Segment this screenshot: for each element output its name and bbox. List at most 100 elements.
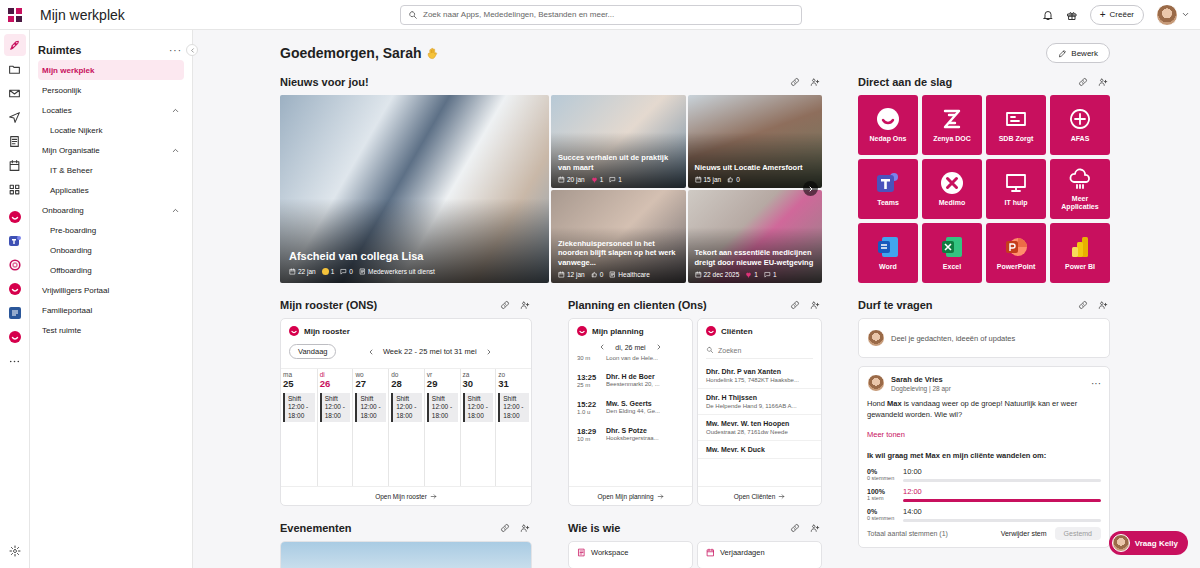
news-card[interactable]: Tekort aan essentiële medicijnen dreigt …: [688, 190, 823, 283]
post-author[interactable]: Sarah de Vries: [891, 375, 1085, 384]
link-icon[interactable]: [500, 523, 510, 533]
app-tile[interactable]: Excel: [922, 223, 982, 283]
gift-icon[interactable]: [1066, 9, 1078, 21]
client-row[interactable]: Mw. Mevr. W. ten HoopenOudestraat 28, 71…: [698, 415, 821, 441]
rail-item[interactable]: [4, 106, 26, 128]
rail-item[interactable]: [4, 34, 26, 56]
day-column[interactable]: ma25Shift12:00 - 18:00: [281, 369, 317, 486]
shift-block[interactable]: Shift12:00 - 18:00: [283, 393, 315, 422]
voted-button[interactable]: Gestemd: [1055, 527, 1101, 540]
day-column[interactable]: za30Shift12:00 - 18:00: [460, 369, 496, 486]
open-roster-link[interactable]: Open Mijn rooster: [281, 486, 531, 505]
left-icon[interactable]: [367, 348, 375, 356]
useradd-icon[interactable]: [810, 300, 820, 310]
link-icon[interactable]: [790, 77, 800, 87]
collapse-sidebar-button[interactable]: [186, 44, 198, 56]
rail-item[interactable]: [4, 230, 26, 252]
day-column[interactable]: di26Shift12:00 - 18:00: [317, 369, 353, 486]
sidebar-item[interactable]: Applicaties: [38, 180, 184, 200]
sidebar-item[interactable]: Mijn werkplek: [38, 60, 184, 80]
appointment[interactable]: 15:221.0 uMw. S. GeertsDen Elding 44, Ge…: [569, 396, 692, 423]
sidebar-item[interactable]: Offboarding: [38, 260, 184, 280]
useradd-icon[interactable]: [810, 523, 820, 533]
app-logo-icon[interactable]: [8, 8, 22, 22]
day-column[interactable]: wo27Shift12:00 - 18:00: [352, 369, 388, 486]
poll-option[interactable]: 100%1 stem12:00: [867, 487, 1101, 502]
link-icon[interactable]: [1078, 300, 1088, 310]
rail-item[interactable]: [4, 154, 26, 176]
news-card[interactable]: Afscheid van collega Lisa22 jan10Medewer…: [280, 95, 549, 283]
app-tile[interactable]: Word: [858, 223, 918, 283]
appointment[interactable]: 30 mLoon van de Hele...: [569, 355, 692, 369]
day-column[interactable]: vr29Shift12:00 - 18:00: [424, 369, 460, 486]
shift-block[interactable]: Shift12:00 - 18:00: [498, 393, 529, 422]
useradd-icon[interactable]: [810, 77, 820, 87]
today-button[interactable]: Vandaag: [289, 344, 336, 359]
sidebar-item[interactable]: Pre-boarding: [38, 220, 184, 240]
sidebar-item[interactable]: Test ruimte: [38, 320, 184, 340]
sidebar-item[interactable]: Mijn Organisatie: [38, 140, 184, 160]
app-tile[interactable]: Zenya DOC: [922, 95, 982, 155]
news-card[interactable]: Ziekenhuispersoneel in het noorden blijf…: [551, 190, 686, 283]
rail-item[interactable]: [4, 130, 26, 152]
app-tile[interactable]: Power BI: [1050, 223, 1110, 283]
shift-block[interactable]: Shift12:00 - 18:00: [355, 393, 386, 422]
app-tile[interactable]: IT hulp: [986, 159, 1046, 219]
user-avatar[interactable]: [1156, 4, 1178, 26]
sidebar-item[interactable]: Onboarding: [38, 240, 184, 260]
appointment[interactable]: 13:2525 mDhr. H de BoerBeestenmarkt 20, …: [569, 369, 692, 396]
settings-button[interactable]: [4, 540, 26, 562]
poll-option[interactable]: 0%0 stemmen14:00: [867, 507, 1101, 522]
app-tile[interactable]: Nedap Ons: [858, 95, 918, 155]
app-tile[interactable]: Meer Applicaties: [1050, 159, 1110, 219]
app-tile[interactable]: Teams: [858, 159, 918, 219]
client-row[interactable]: Mw. Mevr. K Duck: [698, 441, 821, 459]
app-tile[interactable]: AFAS: [1050, 95, 1110, 155]
remove-vote-button[interactable]: Verwijder stem: [1001, 530, 1047, 537]
right-icon[interactable]: [485, 348, 493, 356]
link-icon[interactable]: [790, 523, 800, 533]
who-card[interactable]: Verjaardagen: [697, 541, 822, 568]
rail-item[interactable]: [4, 178, 26, 200]
open-clients-link[interactable]: Open Cliënten: [698, 486, 821, 505]
rail-item[interactable]: [4, 58, 26, 80]
up-icon[interactable]: [171, 206, 180, 215]
shift-block[interactable]: Shift12:00 - 18:00: [463, 393, 494, 422]
useradd-icon[interactable]: [1098, 300, 1108, 310]
ask-kelly-button[interactable]: Vraag Kelly: [1109, 531, 1188, 555]
day-column[interactable]: zo31Shift12:00 - 18:00: [495, 369, 531, 486]
up-icon[interactable]: [171, 106, 180, 115]
day-column[interactable]: do28Shift12:00 - 18:00: [388, 369, 424, 486]
news-card[interactable]: Nieuws uit Locatie Amersfoort15 jan0: [688, 95, 823, 188]
post-composer[interactable]: Deel je gedachten, ideeën of updates: [858, 318, 1110, 358]
app-tile[interactable]: Medimo: [922, 159, 982, 219]
up-icon[interactable]: [171, 146, 180, 155]
edit-button[interactable]: Bewerk: [1046, 43, 1110, 63]
client-search-field[interactable]: Zoeken: [706, 342, 813, 359]
event-card[interactable]: [280, 541, 532, 568]
left-icon[interactable]: [598, 343, 606, 351]
sidebar-item[interactable]: Persoonlijk: [38, 80, 184, 100]
rail-item[interactable]: [4, 350, 26, 372]
appointment[interactable]: 18:2910 mDhr. S PotzeHooksbergerstraa...: [569, 423, 692, 450]
rail-item[interactable]: [4, 278, 26, 300]
rail-item[interactable]: [4, 82, 26, 104]
news-next-button[interactable]: [803, 181, 818, 196]
app-tile[interactable]: SDB Zorgt: [986, 95, 1046, 155]
client-row[interactable]: Dhr. Dhr. P van XantenHondelink 175, 748…: [698, 363, 821, 389]
sidebar-item[interactable]: Familieportaal: [38, 300, 184, 320]
link-icon[interactable]: [790, 300, 800, 310]
sidebar-item[interactable]: Locaties: [38, 100, 184, 120]
link-icon[interactable]: [500, 300, 510, 310]
show-more-link[interactable]: Meer tonen: [867, 430, 1101, 439]
client-row[interactable]: Dhr. H ThijssenDe Helpende Hand 9, 1166A…: [698, 389, 821, 415]
sidebar-item[interactable]: Locatie Nijkerk: [38, 120, 184, 140]
right-icon[interactable]: [655, 343, 663, 351]
sidebar-item[interactable]: IT & Beheer: [38, 160, 184, 180]
sidebar-item[interactable]: Vrijwilligers Portaal: [38, 280, 184, 300]
user-menu[interactable]: [1156, 4, 1190, 26]
poll-option[interactable]: 0%0 stemmen10:00: [867, 467, 1101, 482]
sidebar-more-button[interactable]: ···: [169, 45, 182, 56]
rail-item[interactable]: [4, 326, 26, 348]
shift-block[interactable]: Shift12:00 - 18:00: [391, 393, 422, 422]
